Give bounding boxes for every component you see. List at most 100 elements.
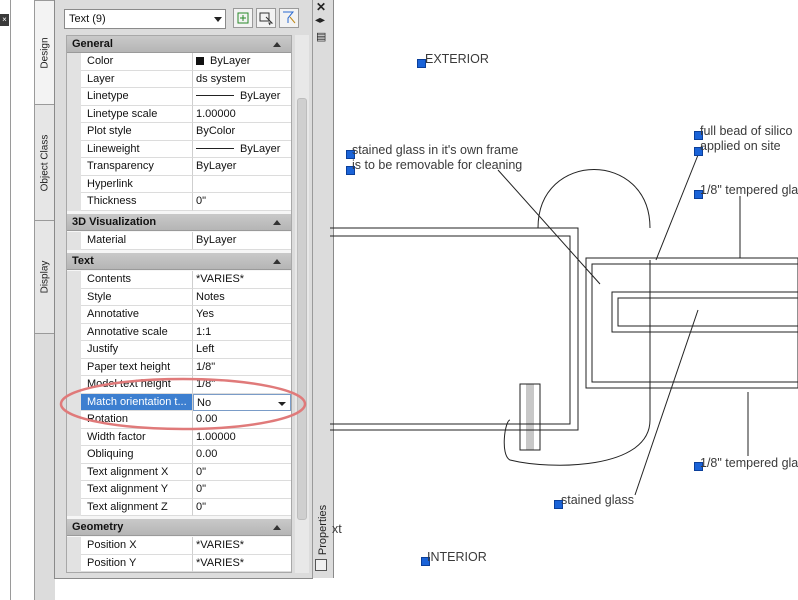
prop-label: Plot style [81,123,193,141]
tab-object-class[interactable]: Object Class [35,104,55,222]
prop-row-obliquing[interactable]: Obliquing 0.00 [67,446,291,464]
prop-row-lineweight[interactable]: Lineweight ByLayer [67,140,291,158]
prop-row-position-x[interactable]: Position X *VARIES* [67,537,291,555]
tab-display[interactable]: Display [35,220,55,334]
prop-value-text: ByLayer [210,55,251,67]
leader-stained-frame [497,169,601,285]
prop-value: 0" [193,193,291,211]
prop-value: *VARIES* [193,554,291,572]
palette-settings-icon[interactable] [315,559,327,571]
prop-label: Obliquing [81,446,193,464]
prop-value: *VARIES* [193,271,291,289]
prop-row-linetype-scale[interactable]: Linetype scale 1.00000 [67,105,291,123]
prop-row-justify[interactable]: Justify Left [67,341,291,359]
category-geometry[interactable]: Geometry [67,519,291,536]
prop-value: ByLayer [193,140,291,158]
tab-design[interactable]: Design [35,0,55,106]
tempered-glass-inner [617,297,798,327]
prop-label: Annotative scale [81,323,193,341]
prop-row-transparency[interactable]: Transparency ByLayer [67,158,291,176]
prop-label: Contents [81,271,193,289]
select-objects-button[interactable] [256,8,276,28]
prop-row-paper-text-height[interactable]: Paper text height 1/8" [67,358,291,376]
category-3d-visualization[interactable]: 3D Visualization [67,214,291,231]
collapse-icon [273,525,281,530]
prop-label: Linetype [81,88,193,106]
prop-row-contents[interactable]: Contents *VARIES* [67,271,291,289]
prop-value: 1.00000 [193,105,291,123]
chevron-down-icon [214,17,222,22]
prop-value: 1:1 [193,323,291,341]
drawing-canvas [330,144,798,496]
prop-value: ds system [193,70,291,88]
prop-value: ByLayer [193,88,291,106]
label-tempered-bottom: 1/8" tempered gla [700,456,798,470]
prop-value: *VARIES* [193,537,291,555]
prop-label: Text alignment Z [81,498,193,516]
collapse-icon [273,259,281,264]
prop-label: Color [81,53,193,71]
properties-menu-icon[interactable]: ▤ [316,30,326,43]
prop-row-material[interactable]: Material ByLayer [67,232,291,250]
prop-row-plot-style[interactable]: Plot style ByColor [67,123,291,141]
prop-value-text: ByLayer [240,90,281,102]
prop-value: 0.00 [193,446,291,464]
close-icon[interactable]: × [0,14,9,26]
prop-row-linetype[interactable]: Linetype ByLayer [67,88,291,106]
palette-title-text: Properties [317,504,329,556]
prop-label: Position Y [81,554,193,572]
prop-row-text-alignment-z[interactable]: Text alignment Z 0" [67,498,291,516]
prop-row-thickness[interactable]: Thickness 0" [67,193,291,211]
quick-select-button[interactable] [279,8,299,28]
prop-label: Text alignment X [81,463,193,481]
prop-row-text-alignment-y[interactable]: Text alignment Y 0" [67,481,291,499]
tab-object-class-label: Object Class [39,134,50,192]
prop-label: Paper text height [81,358,193,376]
category-text[interactable]: Text [67,253,291,270]
leader-bead [655,144,703,261]
autohide-icon[interactable]: ◂▸ [315,15,325,26]
prop-value: 1/8" [193,358,291,376]
selection-dropdown[interactable]: Text (9) [64,9,226,29]
select-objects-icon [259,12,274,26]
prop-value: Left [193,341,291,359]
label-bead-line2: applied on site [700,139,781,153]
label-bead-line1: full bead of silico [700,124,793,138]
prop-row-annotative-scale[interactable]: Annotative scale 1:1 [67,323,291,341]
prop-label: Thickness [81,193,193,211]
leader-stained-glass [634,309,699,496]
category-general[interactable]: General [67,36,291,53]
label-interior: INTERIOR [427,550,487,564]
prop-label: Lineweight [81,140,193,158]
prop-row-layer[interactable]: Layer ds system [67,70,291,88]
prop-label: Material [81,232,193,250]
label-stained-line2: is to be removable for cleaning [352,158,523,172]
prop-label: Layer [81,70,193,88]
collapse-icon [273,42,281,47]
glass-frame-inner [591,263,798,383]
tab-design-label: Design [39,37,50,69]
add-to-selection-button[interactable] [233,8,253,28]
prop-label: Style [81,288,193,306]
prop-label: Position X [81,537,193,555]
prop-row-style[interactable]: Style Notes [67,288,291,306]
prop-row-hyperlink[interactable]: Hyperlink [67,175,291,193]
category-general-label: General [72,38,113,50]
prop-value: 0" [193,481,291,499]
prop-row-text-alignment-x[interactable]: Text alignment X 0" [67,463,291,481]
highlight-ellipse [59,377,307,431]
prop-row-annotative[interactable]: Annotative Yes [67,306,291,324]
close-palette-icon[interactable]: ✕ [316,0,326,14]
prop-value: ByLayer [193,158,291,176]
label-tempered-top: 1/8" tempered glas [700,183,798,197]
prop-label: Transparency [81,158,193,176]
left-border-strip [0,0,11,600]
prop-row-position-y[interactable]: Position Y *VARIES* [67,554,291,572]
prop-row-color[interactable]: Color ByLayer [67,53,291,71]
prop-value [193,175,291,193]
frame-outline [330,227,579,431]
quick-select-icon [283,11,296,24]
collapse-icon [273,220,281,225]
scrollbar-thumb[interactable] [297,98,307,520]
prop-label: Annotative [81,306,193,324]
